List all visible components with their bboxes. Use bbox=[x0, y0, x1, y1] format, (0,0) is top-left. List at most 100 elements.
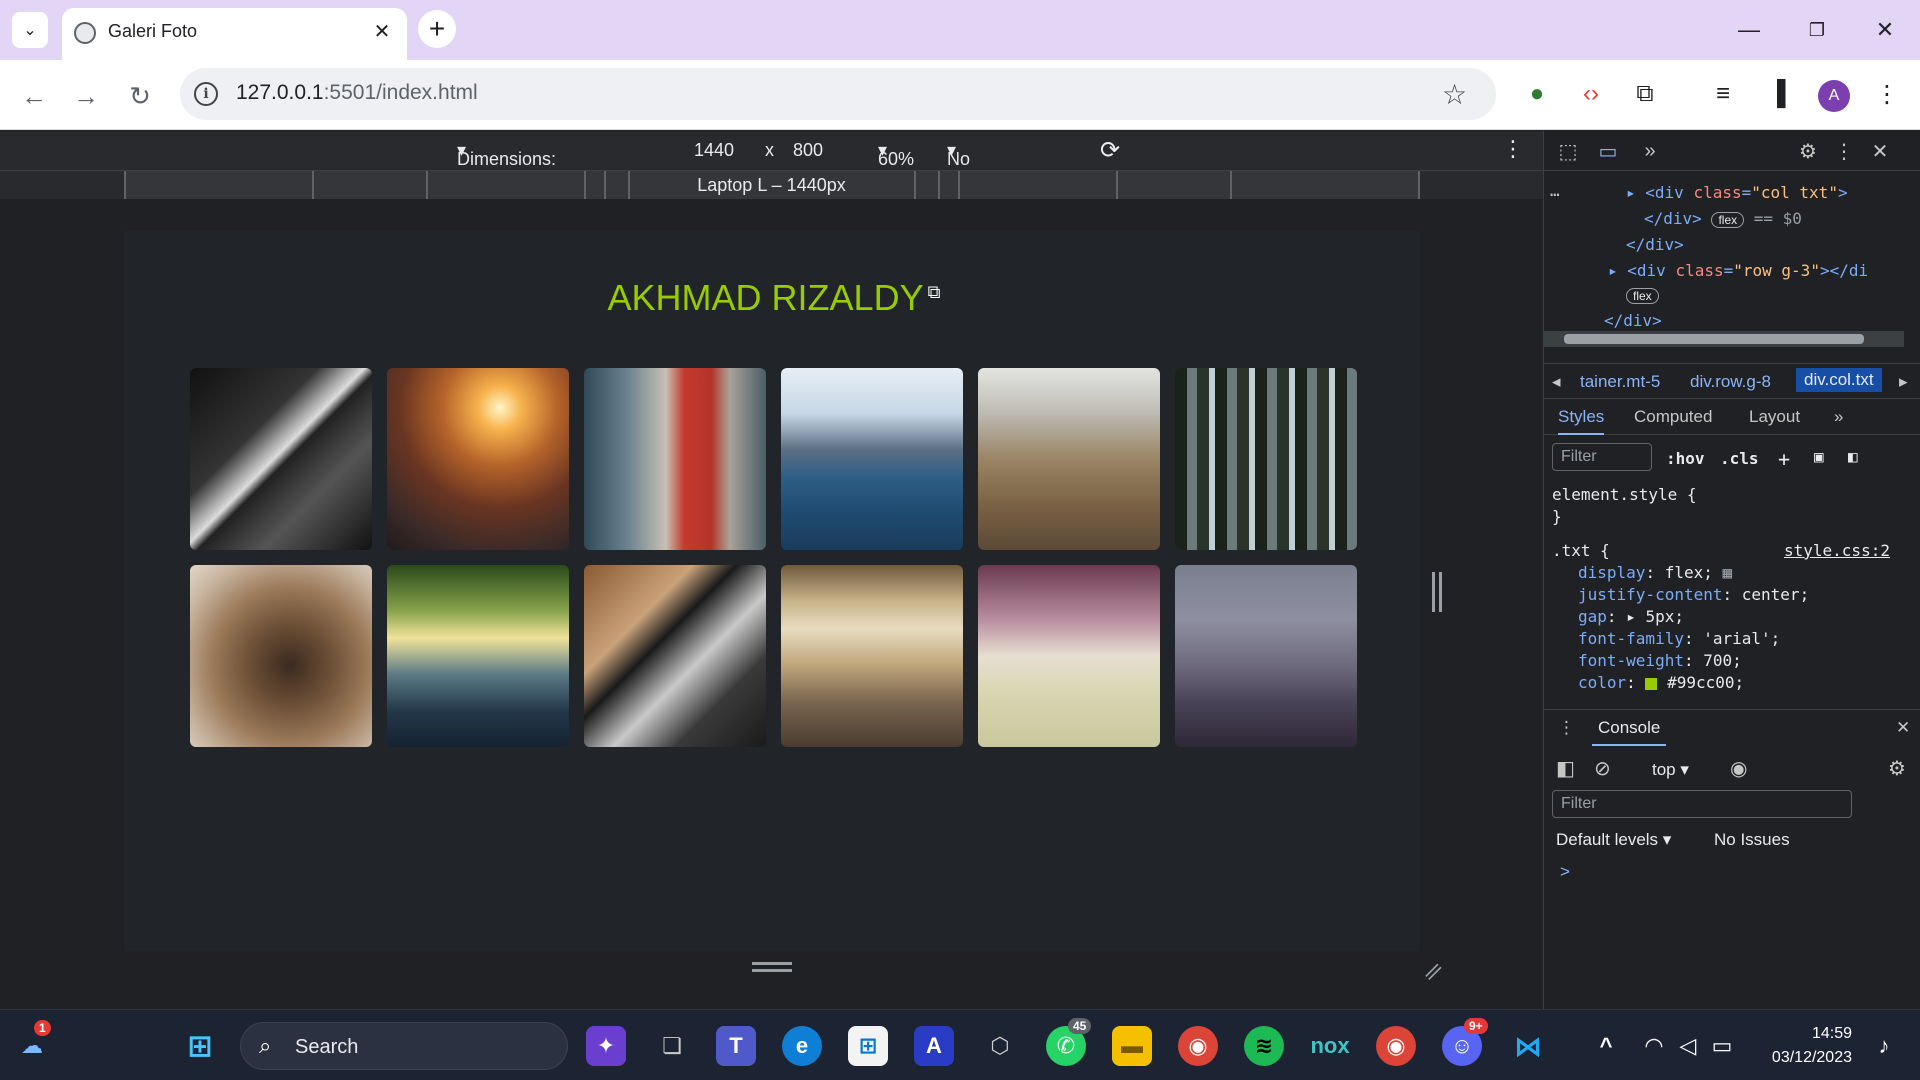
restore-button[interactable]: ❐ bbox=[1792, 8, 1842, 52]
side-panel-icon[interactable]: ▐ bbox=[1760, 77, 1794, 111]
notification-bell-icon[interactable]: ♪ bbox=[1864, 1026, 1904, 1066]
url-text[interactable]: 127.0.0.1:5501/index.html bbox=[236, 81, 478, 105]
close-tab-button[interactable]: ✕ bbox=[367, 16, 397, 46]
rule-selector[interactable]: .txt { bbox=[1552, 541, 1610, 560]
declaration-gap[interactable]: gap: ▸ 5px; bbox=[1578, 607, 1684, 626]
settings-gear-icon[interactable]: ⚙ bbox=[1794, 137, 1822, 165]
file-explorer-icon[interactable]: ▬ bbox=[1112, 1026, 1152, 1066]
close-window-button[interactable]: ✕ bbox=[1860, 8, 1910, 52]
forward-button[interactable]: → bbox=[66, 76, 106, 116]
bookmark-star-icon[interactable]: ☆ bbox=[1442, 78, 1467, 111]
inspect-element-icon[interactable]: ⬚ bbox=[1554, 137, 1582, 165]
address-bar[interactable]: i 127.0.0.1:5501/index.html ☆ bbox=[180, 68, 1496, 120]
unity-icon[interactable]: ⬡ bbox=[980, 1026, 1020, 1066]
tab-search-button[interactable]: ⌄ bbox=[12, 12, 48, 48]
rule-source-link[interactable]: style.css:2 bbox=[1784, 541, 1890, 560]
viewport-resize-handle-right[interactable] bbox=[1432, 572, 1442, 612]
new-tab-button[interactable]: + bbox=[418, 10, 456, 48]
photo-forest-road[interactable] bbox=[387, 565, 569, 747]
microsoft-store-icon[interactable]: ⊞ bbox=[848, 1026, 888, 1066]
chrome-icon[interactable]: ◉ bbox=[1178, 1026, 1218, 1066]
more-tabs-icon[interactable]: » bbox=[1636, 137, 1664, 165]
taskbar-search[interactable]: ⌕ Search bbox=[240, 1022, 568, 1070]
height-input[interactable]: 800 bbox=[793, 140, 823, 161]
more-tabs-icon[interactable]: » bbox=[1834, 407, 1843, 427]
console-filter-input[interactable]: Filter bbox=[1552, 790, 1852, 818]
width-input[interactable]: 1440 bbox=[694, 140, 734, 161]
more-options-icon[interactable]: ⋮ bbox=[1502, 136, 1524, 162]
photo-bear[interactable] bbox=[190, 565, 372, 747]
live-expression-eye-icon[interactable]: ◉ bbox=[1730, 756, 1747, 781]
flex-badge[interactable]: flex bbox=[1626, 287, 1659, 304]
log-levels-dropdown[interactable]: Default levels ▾ bbox=[1556, 830, 1671, 850]
photo-tall-trees[interactable] bbox=[1175, 368, 1357, 550]
rotate-icon[interactable]: ⟳ bbox=[1100, 136, 1120, 165]
tab-computed[interactable]: Computed bbox=[1634, 407, 1712, 427]
viewport-resize-handle-bottom[interactable] bbox=[752, 962, 792, 972]
color-swatch[interactable] bbox=[1645, 677, 1658, 690]
whatsapp-icon[interactable]: ✆ 45 bbox=[1046, 1018, 1092, 1066]
console-prompt[interactable]: > bbox=[1560, 862, 1570, 882]
console-sidebar-icon[interactable]: ◧ bbox=[1556, 756, 1575, 781]
paint-brush-icon[interactable]: ▣ bbox=[1814, 447, 1824, 466]
extension-code-icon[interactable]: ‹› bbox=[1574, 77, 1608, 111]
avatar[interactable]: A bbox=[1818, 80, 1850, 112]
new-rule-icon[interactable]: + bbox=[1778, 447, 1790, 471]
site-info-icon[interactable]: i bbox=[194, 82, 218, 106]
clear-console-icon[interactable]: ⊘ bbox=[1594, 756, 1611, 781]
zoom-dropdown[interactable]: 60% ▾ bbox=[878, 140, 914, 169]
tree-node-close-2[interactable]: </div> bbox=[1604, 311, 1662, 330]
photo-sunset-traffic[interactable] bbox=[387, 368, 569, 550]
hov-toggle[interactable]: :hov bbox=[1666, 449, 1705, 468]
viewport-resize-corner-icon[interactable]: ═ bbox=[1418, 956, 1450, 988]
extension-globe-icon[interactable]: ● bbox=[1520, 77, 1554, 111]
browser-tab[interactable]: Galeri Foto ✕ bbox=[62, 8, 407, 60]
close-drawer-icon[interactable]: ✕ bbox=[1896, 718, 1910, 738]
chevron-up-icon[interactable]: ^ bbox=[1586, 1026, 1626, 1066]
device-toggle-icon[interactable]: ▭ bbox=[1594, 137, 1622, 165]
element-style-selector[interactable]: element.style { bbox=[1552, 485, 1697, 504]
photo-pink-forest[interactable] bbox=[978, 565, 1160, 747]
breadcrumb-item[interactable]: tainer.mt-5 bbox=[1580, 372, 1660, 392]
declaration-color[interactable]: color: #99cc00; bbox=[1578, 673, 1744, 692]
breadcrumb-item[interactable]: div.row.g-8 bbox=[1690, 372, 1771, 392]
styles-filter-input[interactable]: Filter bbox=[1552, 443, 1652, 471]
issues-label[interactable]: No Issues bbox=[1714, 830, 1790, 850]
tree-node-close-selected[interactable]: </div> flex == $0 bbox=[1644, 209, 1802, 228]
edge-icon[interactable]: e bbox=[782, 1026, 822, 1066]
photo-mountain-forest[interactable] bbox=[978, 368, 1160, 550]
tree-node-row-g3[interactable]: ▸ <div class="row g-3"></di bbox=[1608, 261, 1868, 280]
extensions-puzzle-icon[interactable]: ⧉ bbox=[1628, 77, 1662, 111]
breadcrumb-item-active[interactable]: div.col.txt bbox=[1796, 368, 1882, 392]
nox-icon[interactable]: nox bbox=[1310, 1026, 1350, 1066]
more-menu-icon[interactable]: ⋮ bbox=[1870, 77, 1904, 111]
battery-icon[interactable]: ▭ bbox=[1702, 1026, 1742, 1066]
spotify-icon[interactable]: ≋ bbox=[1244, 1026, 1284, 1066]
windows-start-icon[interactable]: ⊞ bbox=[180, 1026, 220, 1066]
horizontal-scrollbar[interactable] bbox=[1544, 331, 1904, 347]
ellipsis-icon[interactable]: … bbox=[1550, 181, 1560, 200]
declaration-justify-content[interactable]: justify-content: center; bbox=[1578, 585, 1809, 604]
console-settings-gear-icon[interactable]: ⚙ bbox=[1888, 756, 1906, 781]
system-clock[interactable]: 14:59 03/12/2023 bbox=[1752, 1022, 1852, 1070]
discord-icon[interactable]: ☺ 9+ bbox=[1442, 1018, 1488, 1066]
media-control-icon[interactable]: ≡ bbox=[1706, 77, 1740, 111]
tree-node-col-txt[interactable]: ▸ <div class="col txt"> bbox=[1626, 183, 1848, 202]
photo-misty-sea[interactable] bbox=[1175, 565, 1357, 747]
photo-laptop[interactable] bbox=[584, 565, 766, 747]
toggle-sidebar-icon[interactable]: ◧ bbox=[1848, 447, 1858, 466]
weather-icon[interactable]: ☁ 1 bbox=[12, 1020, 52, 1066]
affinity-icon[interactable]: A bbox=[914, 1026, 954, 1066]
photo-red-postbox[interactable] bbox=[584, 368, 766, 550]
copilot-icon[interactable]: ✦ bbox=[586, 1026, 626, 1066]
reload-button[interactable]: ↻ bbox=[120, 76, 160, 116]
declaration-font-family[interactable]: font-family: 'arial'; bbox=[1578, 629, 1780, 648]
minimize-button[interactable]: — bbox=[1724, 8, 1774, 52]
devtools-menu-icon[interactable]: ⋮ bbox=[1830, 137, 1858, 165]
tab-styles[interactable]: Styles bbox=[1558, 407, 1605, 435]
task-view-icon[interactable]: ❏ bbox=[652, 1026, 692, 1066]
throttling-dropdown[interactable]: No throttling ▾ bbox=[947, 140, 1016, 190]
cls-toggle[interactable]: .cls bbox=[1720, 449, 1759, 468]
tab-layout[interactable]: Layout bbox=[1749, 407, 1800, 427]
breadcrumb-prev-icon[interactable]: ◂ bbox=[1552, 372, 1561, 392]
